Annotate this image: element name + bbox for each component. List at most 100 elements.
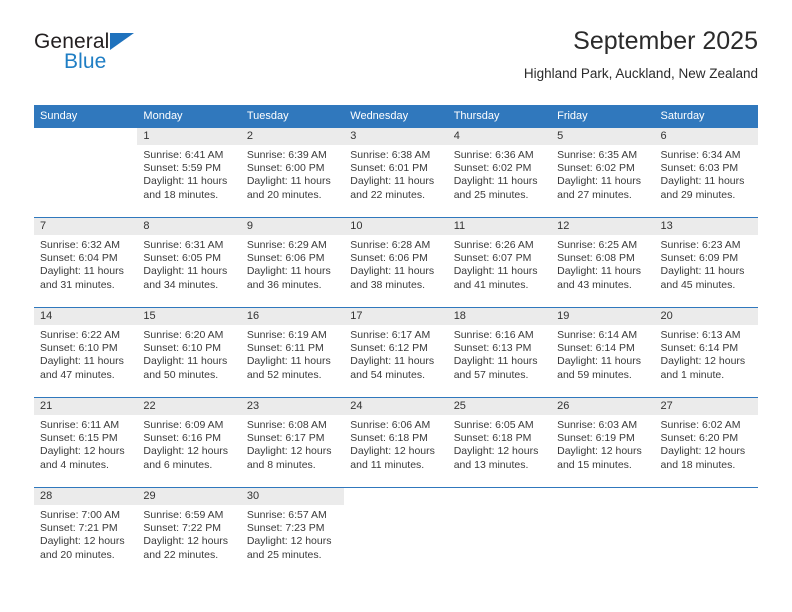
- sunset-text: Sunset: 6:18 PM: [453, 432, 532, 445]
- calendar-day-cell[interactable]: 25 Sunrise: 6:05 AM Sunset: 6:18 PM Dayligh…: [447, 397, 552, 488]
- daylight-text-line1: Daylight: 11 hours: [350, 175, 435, 188]
- day-details: Sunrise: 6:39 AM Sunset: 6:00 PM Daylight:…: [241, 145, 344, 202]
- sunset-text: Sunset: 6:06 PM: [350, 252, 428, 265]
- calendar-day-cell[interactable]: 16 Sunrise: 6:19 AM Sunset: 6:11 PM Dayligh…: [240, 307, 345, 398]
- daylight-text-line2: and 4 minutes.: [40, 458, 109, 471]
- day-cell-content: 7 Sunrise: 6:32 AM Sunset: 6:04 PM Daylight…: [34, 218, 138, 307]
- day-number: 29: [137, 488, 241, 505]
- sunset-text: Sunset: 6:00 PM: [246, 162, 325, 175]
- calendar-day-cell[interactable]: 29 Sunrise: 6:59 AM Sunset: 7:22 PM Dayligh…: [137, 487, 241, 577]
- calendar-day-cell[interactable]: 10 Sunrise: 6:28 AM Sunset: 6:06 PM Dayligh…: [344, 217, 448, 308]
- calendar-day-cell[interactable]: 7 Sunrise: 6:32 AM Sunset: 6:04 PM Daylight…: [34, 217, 138, 308]
- weekday-header-wednesday: Wednesday: [344, 105, 448, 128]
- calendar-day-cell[interactable]: 8 Sunrise: 6:31 AM Sunset: 6:05 PM Daylight…: [137, 217, 241, 308]
- day-cell-content: 11 Sunrise: 6:26 AM Sunset: 6:07 PM Dayligh…: [447, 218, 552, 307]
- calendar-day-cell[interactable]: 12 Sunrise: 6:25 AM Sunset: 6:08 PM Dayligh…: [551, 217, 655, 308]
- calendar-header-row: Sunday Monday Tuesday Wednesday Thursday…: [34, 105, 758, 128]
- day-details: Sunrise: 6:36 AM Sunset: 6:02 PM Daylight:…: [448, 145, 551, 202]
- calendar-day-cell[interactable]: 6 Sunrise: 6:34 AM Sunset: 6:03 PM Daylight…: [654, 127, 758, 218]
- daylight-text-line2: and 13 minutes.: [453, 458, 529, 471]
- calendar-day-cell[interactable]: 24 Sunrise: 6:06 AM Sunset: 6:18 PM Dayligh…: [344, 397, 448, 488]
- sunset-text: Sunset: 6:17 PM: [246, 432, 325, 445]
- sunrise-text: Sunrise: 6:08 AM: [246, 419, 327, 431]
- day-details: Sunrise: 6:09 AM Sunset: 6:16 PM Daylight:…: [137, 415, 240, 472]
- calendar-day-cell[interactable]: 18 Sunrise: 6:16 AM Sunset: 6:13 PM Dayligh…: [447, 307, 552, 398]
- calendar-day-cell[interactable]: 30 Sunrise: 6:57 AM Sunset: 7:23 PM Dayligh…: [240, 487, 345, 577]
- calendar-day-cell[interactable]: 2 Sunrise: 6:39 AM Sunset: 6:00 PM Daylight…: [240, 127, 345, 218]
- brand-name-blue: Blue: [64, 50, 107, 73]
- sunset-text: Sunset: 6:10 PM: [143, 342, 222, 355]
- calendar-day-cell[interactable]: 28 Sunrise: 7:00 AM Sunset: 7:21 PM Dayligh…: [34, 487, 138, 577]
- calendar-day-cell[interactable]: 22 Sunrise: 6:09 AM Sunset: 6:16 PM Dayligh…: [137, 397, 241, 488]
- sunset-text: Sunset: 6:02 PM: [557, 162, 635, 175]
- calendar-day-cell[interactable]: 5 Sunrise: 6:35 AM Sunset: 6:02 PM Daylight…: [551, 127, 655, 218]
- daylight-text-line2: and 22 minutes.: [143, 548, 219, 561]
- calendar-day-cell[interactable]: 1 Sunrise: 6:41 AM Sunset: 5:59 PM Daylight…: [137, 127, 241, 218]
- calendar-day-cell[interactable]: 11 Sunrise: 6:26 AM Sunset: 6:07 PM Dayligh…: [447, 217, 552, 308]
- sunset-text: Sunset: 6:13 PM: [453, 342, 532, 355]
- calendar-body: 1 Sunrise: 6:41 AM Sunset: 5:59 PM Daylight…: [34, 127, 758, 577]
- calendar-day-cell[interactable]: 21 Sunrise: 6:11 AM Sunset: 6:15 PM Dayligh…: [34, 397, 138, 488]
- calendar-day-cell[interactable]: 17 Sunrise: 6:17 AM Sunset: 6:12 PM Dayligh…: [344, 307, 448, 398]
- daylight-text-line2: and 59 minutes.: [557, 368, 632, 381]
- day-details: Sunrise: 6:06 AM Sunset: 6:18 PM Daylight:…: [344, 415, 447, 472]
- sunset-text: Sunset: 6:08 PM: [557, 252, 635, 265]
- day-number: 18: [447, 308, 552, 325]
- daylight-text-line1: Daylight: 11 hours: [246, 175, 331, 188]
- day-number: 15: [137, 308, 241, 325]
- calendar-day-cell[interactable]: 27 Sunrise: 6:02 AM Sunset: 6:20 PM Dayligh…: [654, 397, 758, 488]
- daylight-text-line2: and 29 minutes.: [660, 188, 736, 201]
- calendar-week-row: 14 Sunrise: 6:22 AM Sunset: 6:10 PM Dayligh…: [34, 307, 758, 398]
- day-cell-content: 8 Sunrise: 6:31 AM Sunset: 6:05 PM Daylight…: [137, 218, 241, 307]
- sunset-text: Sunset: 6:01 PM: [350, 162, 428, 175]
- day-details: Sunrise: 6:59 AM Sunset: 7:22 PM Daylight:…: [137, 505, 240, 562]
- daylight-text-line1: Daylight: 12 hours: [660, 355, 746, 368]
- sunset-text: Sunset: 6:03 PM: [660, 162, 739, 175]
- calendar-day-cell[interactable]: 20 Sunrise: 6:13 AM Sunset: 6:14 PM Dayligh…: [654, 307, 758, 398]
- calendar-day-cell[interactable]: 3 Sunrise: 6:38 AM Sunset: 6:01 PM Daylight…: [344, 127, 448, 218]
- sunset-text: Sunset: 7:22 PM: [143, 522, 222, 535]
- day-number: 5: [551, 128, 655, 145]
- sunrise-text: Sunrise: 6:36 AM: [453, 149, 534, 161]
- day-number: 17: [344, 308, 448, 325]
- sunrise-text: Sunrise: 6:28 AM: [350, 239, 431, 251]
- daylight-text-line1: Daylight: 12 hours: [660, 445, 746, 458]
- calendar-day-cell[interactable]: 26 Sunrise: 6:03 AM Sunset: 6:19 PM Dayligh…: [551, 397, 655, 488]
- daylight-text-line1: Daylight: 12 hours: [143, 445, 229, 458]
- day-cell-content: 4 Sunrise: 6:36 AM Sunset: 6:02 PM Daylight…: [447, 128, 552, 217]
- sunset-text: Sunset: 6:02 PM: [453, 162, 532, 175]
- day-details: Sunrise: 6:57 AM Sunset: 7:23 PM Daylight:…: [241, 505, 344, 562]
- day-cell-content: [34, 128, 138, 217]
- calendar-day-cell[interactable]: 4 Sunrise: 6:36 AM Sunset: 6:02 PM Daylight…: [447, 127, 552, 218]
- calendar-day-cell: [344, 487, 448, 577]
- day-number: 8: [137, 218, 241, 235]
- sunrise-text: Sunrise: 6:20 AM: [143, 329, 224, 341]
- weekday-header-saturday: Saturday: [654, 105, 758, 128]
- daylight-text-line1: Daylight: 11 hours: [557, 175, 641, 188]
- calendar-day-cell[interactable]: 13 Sunrise: 6:23 AM Sunset: 6:09 PM Dayligh…: [654, 217, 758, 308]
- day-details: Sunrise: 6:22 AM Sunset: 6:10 PM Daylight:…: [34, 325, 137, 382]
- day-number: 28: [34, 488, 138, 505]
- sunrise-text: Sunrise: 6:29 AM: [246, 239, 327, 251]
- brand-logo[interactable]: General Blue: [34, 30, 254, 86]
- day-cell-content: 19 Sunrise: 6:14 AM Sunset: 6:14 PM Dayligh…: [551, 308, 655, 397]
- calendar-day-cell[interactable]: 19 Sunrise: 6:14 AM Sunset: 6:14 PM Dayligh…: [551, 307, 655, 398]
- calendar-day-cell[interactable]: 23 Sunrise: 6:08 AM Sunset: 6:17 PM Dayligh…: [240, 397, 345, 488]
- calendar-day-cell[interactable]: 14 Sunrise: 6:22 AM Sunset: 6:10 PM Dayligh…: [34, 307, 138, 398]
- day-cell-content: 26 Sunrise: 6:03 AM Sunset: 6:19 PM Dayligh…: [551, 398, 655, 487]
- sunrise-text: Sunrise: 6:57 AM: [246, 509, 327, 521]
- day-details: Sunrise: 6:17 AM Sunset: 6:12 PM Daylight:…: [344, 325, 447, 382]
- daylight-text-line1: Daylight: 11 hours: [246, 355, 331, 368]
- sunrise-text: Sunrise: 6:09 AM: [143, 419, 224, 431]
- day-details: Sunrise: 6:20 AM Sunset: 6:10 PM Daylight:…: [137, 325, 240, 382]
- day-details: Sunrise: 6:35 AM Sunset: 6:02 PM Daylight:…: [551, 145, 654, 202]
- sunset-text: Sunset: 7:23 PM: [246, 522, 325, 535]
- sunrise-text: Sunrise: 6:39 AM: [246, 149, 327, 161]
- day-number: 10: [344, 218, 448, 235]
- calendar-week-row: 7 Sunrise: 6:32 AM Sunset: 6:04 PM Daylight…: [34, 217, 758, 308]
- day-cell-content: 25 Sunrise: 6:05 AM Sunset: 6:18 PM Dayligh…: [447, 398, 552, 487]
- sunset-text: Sunset: 7:21 PM: [40, 522, 118, 535]
- calendar-day-cell[interactable]: 9 Sunrise: 6:29 AM Sunset: 6:06 PM Daylight…: [240, 217, 345, 308]
- day-cell-content: [551, 488, 655, 577]
- calendar-day-cell[interactable]: 15 Sunrise: 6:20 AM Sunset: 6:10 PM Dayligh…: [137, 307, 241, 398]
